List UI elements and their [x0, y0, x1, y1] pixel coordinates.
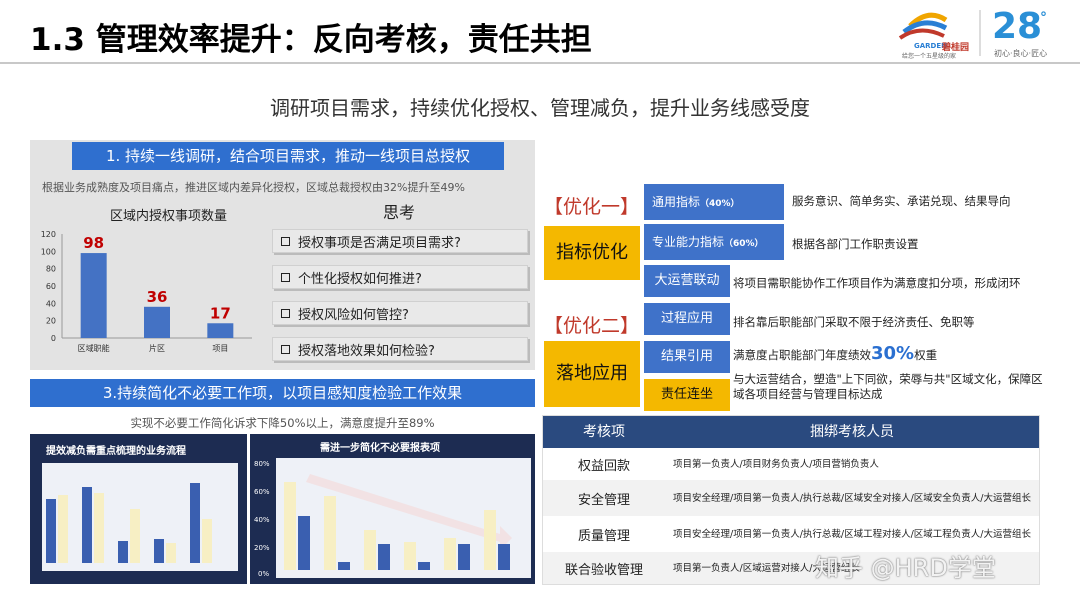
page-title: 1.3 管理效率提升：反向考核，责任共担 [30, 22, 592, 58]
opt2-item-name-highlight: 责任连坐 [644, 379, 730, 411]
y-tick-label: 120 [41, 230, 56, 239]
process-chart-image: 提效减负需重点梳理的业务流程 [30, 434, 247, 584]
watermark: 知乎 @HRD学堂 [815, 554, 996, 582]
report-y-tick: 20% [254, 544, 270, 552]
table-header-people: 捆绑考核人员 [810, 424, 894, 440]
opt2-item-name: 大运营联动 [644, 265, 730, 297]
table-row: 权益回款 项目第一负责人/项目财务负责人/项目营销负责人 [543, 448, 1039, 480]
report-y-tick: 60% [254, 488, 270, 496]
opt1-item-name: 专业能力指标 [652, 235, 725, 249]
y-tick-label: 100 [41, 247, 56, 256]
opt1-item-general: 通用指标（40%） [644, 184, 784, 220]
table-cell-item: 联合验收管理 [564, 562, 643, 578]
bar [207, 323, 234, 338]
bar-value-label: 36 [147, 288, 168, 306]
opt2-desc-big: 30% [871, 343, 915, 364]
report-y-tick: 0% [258, 570, 269, 578]
question-item: 授权风险如何管控? [272, 301, 528, 325]
degree-icon: ° [1040, 10, 1047, 26]
y-tick-label: 60 [46, 282, 56, 291]
bar [80, 253, 107, 338]
table-cell-item: 权益回款 [577, 458, 630, 474]
brand-slogan: 给您一个五星级的家 [902, 53, 957, 60]
x-tick-label: 项目 [212, 344, 228, 353]
opt2-desc-pre: 满意度占职能部门年度绩效 [733, 348, 871, 362]
question-text: 授权事项是否满足项目需求? [298, 235, 461, 251]
table-cell-people: 项目第一负责人/项目财务负责人/项目营销负责人 [673, 458, 879, 470]
opt1-label: 【优化一】 [544, 196, 640, 218]
title-divider [0, 62, 1080, 64]
process-chart-title: 提效减负需重点梳理的业务流程 [46, 446, 186, 457]
table-cell-item: 质量管理 [577, 528, 630, 544]
x-tick-label: 区域职能 [78, 343, 110, 353]
opt2-item-desc: 将项目需职能协作工作项目作为满意度扣分项，形成闭环 [733, 276, 1021, 290]
logo-area: GARDEN 碧桂园 给您一个五星级的家 28 ° 初心·良心·匠心 [880, 6, 1060, 60]
opt1-box: 指标优化 [544, 226, 640, 280]
checkbox-icon [281, 308, 290, 318]
opt1-item-pct: （40%） [700, 199, 740, 209]
y-tick-label: 20 [46, 317, 56, 326]
opt2-label: 【优化二】 [544, 315, 640, 337]
authorization-bar-chart: 0 20 40 60 80 100 120 98 区域职能 36 片区 17 项目 [41, 230, 252, 353]
opt2-box: 落地应用 [544, 341, 640, 407]
table-cell-item: 安全管理 [577, 492, 630, 508]
table-row: 质量管理 项目安全经理/项目第一负责人/执行总裁/区域工程对接人/区域工程负责人… [543, 516, 1039, 552]
opt2-item-name: 过程应用 [644, 303, 730, 335]
bar [144, 306, 170, 338]
question-text: 授权落地效果如何检验? [298, 343, 435, 359]
bar-value-label: 98 [83, 234, 104, 252]
question-item: 授权落地效果如何检验? [272, 337, 528, 361]
bar-value-label: 17 [210, 304, 231, 322]
think-title: 思考 [383, 203, 416, 222]
question-text: 授权风险如何管控? [298, 307, 409, 323]
chart-title: 区域内授权事项数量 [110, 209, 228, 224]
opt1-item-pct: （60%） [724, 239, 764, 249]
opt2-desc-post: 权重 [914, 348, 938, 362]
opt2-item-name: 结果引用 [644, 341, 730, 373]
table-cell-people: 项目安全经理/项目第一负责人/执行总裁/区域安全对接人/区域安全负责人/大运营组… [673, 492, 1032, 504]
table-header-item: 考核项 [583, 424, 625, 440]
section3-note: 实现不必要工作简化诉求下降50%以上，满意度提升至89% [130, 416, 435, 430]
report-y-tick: 40% [254, 516, 270, 524]
report-chart-graphic: 80% 60% 40% 20% 0% [254, 458, 531, 578]
x-tick-label: 片区 [149, 343, 165, 353]
section1-header: 1. 持续一线调研，结合项目需求，推动一线项目总授权 [72, 142, 504, 170]
section3-header: 3.持续简化不必要工作项，以项目感知度检验工作效果 [30, 379, 535, 407]
question-item: 个性化授权如何推进? [272, 265, 528, 289]
y-tick-label: 0 [51, 334, 56, 343]
checkbox-icon [281, 344, 290, 354]
table-cell-people: 项目安全经理/项目第一负责人/执行总裁/区域工程对接人/区域工程负责人/大运营组… [673, 528, 1032, 540]
opt2-item-desc: 满意度占职能部门年度绩效30%权重 [733, 343, 937, 364]
anniversary-sub: 初心·良心·匠心 [994, 49, 1048, 58]
process-chart-graphic [42, 463, 238, 571]
question-item: 授权事项是否满足项目需求? [272, 229, 528, 253]
report-chart-title: 需进一步简化不必要报表项 [320, 443, 440, 454]
opt1-item-desc: 服务意识、简单务实、承诺兑现、结果导向 [792, 194, 1011, 208]
report-chart-image: 需进一步简化不必要报表项 80% 60% 40% 20% 0% [250, 434, 535, 584]
opt1-item-desc: 根据各部门工作职责设置 [792, 237, 919, 251]
opt2-item-desc: 与大运营结合，塑造"上下同欲，荣辱与共"区域文化，保障区域各项目经营与管理目标达… [733, 372, 1043, 401]
checkbox-icon [281, 236, 290, 246]
subtitle: 调研项目需求，持续优化授权、管理减负，提升业务线感受度 [270, 96, 810, 120]
table-row: 安全管理 项目安全经理/项目第一负责人/执行总裁/区域安全对接人/区域安全负责人… [543, 480, 1039, 516]
opt1-item-professional: 专业能力指标（60%） [644, 224, 784, 260]
opt1-item-name: 通用指标 [652, 195, 701, 209]
section1-note: 根据业务成熟度及项目痛点，推进区域内差异化授权，区域总裁授权由32%提升至49% [42, 181, 465, 194]
checkbox-icon [281, 272, 290, 282]
question-text: 个性化授权如何推进? [298, 271, 422, 287]
y-tick-label: 80 [46, 265, 56, 274]
anniversary-number: 28 [992, 6, 1043, 47]
opt2-item-desc: 排名靠后职能部门采取不限于经济责任、免职等 [733, 315, 975, 329]
report-y-tick: 80% [254, 460, 270, 468]
y-tick-label: 40 [46, 299, 56, 308]
